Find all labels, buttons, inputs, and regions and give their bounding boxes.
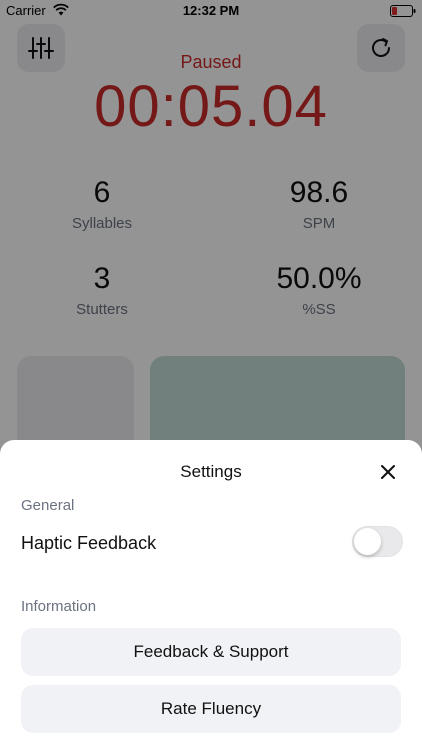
close-icon[interactable]: [378, 462, 398, 482]
toggle-knob: [354, 528, 381, 555]
rate-app-button[interactable]: Rate Fluency: [21, 685, 401, 733]
sheet-title: Settings: [180, 462, 242, 481]
section-information-label: Information: [21, 598, 97, 615]
haptic-feedback-toggle[interactable]: [352, 526, 403, 557]
haptic-feedback-label: Haptic Feedback: [21, 533, 157, 553]
settings-sheet: Settings General Haptic Feedback Informa…: [0, 440, 422, 750]
section-general-label: General: [21, 497, 75, 514]
feedback-support-button[interactable]: Feedback & Support: [21, 628, 401, 676]
